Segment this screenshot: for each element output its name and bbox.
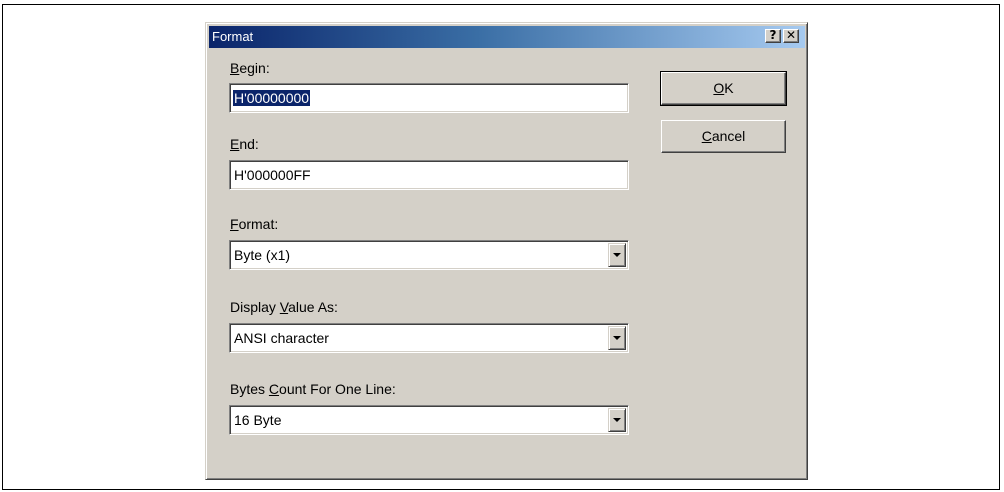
display-value-as-value: ANSI character [234,330,329,346]
end-input[interactable]: H'000000FF [229,160,629,190]
begin-input[interactable]: H'00000000 [229,83,629,113]
format-dropdown-button[interactable] [608,243,626,267]
chevron-down-icon [613,253,621,257]
chevron-down-icon [613,418,621,422]
help-button[interactable]: ? [765,29,781,43]
bytes-count-dropdown-button[interactable] [608,408,626,432]
begin-value: H'00000000 [233,90,311,106]
bytes-count-label: Bytes Count For One Line: [230,381,396,397]
figure-frame: Format ? ✕ Begin: H'00000000 End: H'0000… [2,4,1000,490]
format-value: Byte (x1) [234,247,291,263]
format-select[interactable]: Byte (x1) [229,240,629,270]
format-label: Format: [230,216,279,232]
chevron-down-icon [613,336,621,340]
display-value-as-label: Display Value As: [230,299,338,315]
title-bar[interactable]: Format ? ✕ [209,26,805,48]
end-value: H'000000FF [234,167,311,183]
format-dialog: Format ? ✕ Begin: H'00000000 End: H'0000… [205,22,808,480]
ok-button[interactable]: OK [660,71,787,106]
display-value-as-select[interactable]: ANSI character [229,323,629,353]
end-label: End: [230,136,259,152]
close-button[interactable]: ✕ [783,29,799,43]
cancel-button[interactable]: Cancel [661,120,786,153]
begin-label: Begin: [230,60,270,76]
display-value-as-dropdown-button[interactable] [608,326,626,350]
bytes-count-select[interactable]: 16 Byte [229,405,629,435]
dialog-title: Format [212,29,254,44]
bytes-count-value: 16 Byte [234,412,282,428]
close-icon: ✕ [785,28,797,42]
